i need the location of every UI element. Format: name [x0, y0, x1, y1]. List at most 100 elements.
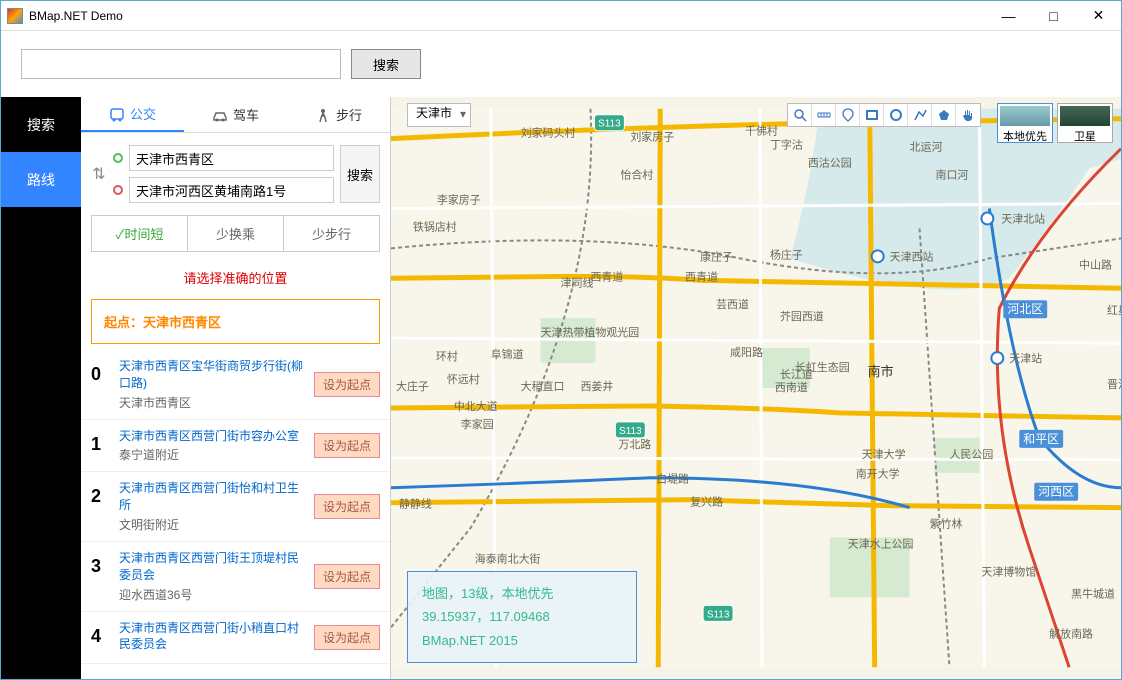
svg-text:南市: 南市 [868, 364, 894, 379]
result-addr: 迎水西道36号 [119, 586, 304, 603]
maptype-local[interactable]: 本地优先 [997, 103, 1053, 143]
zoom-tool-icon[interactable] [788, 104, 812, 126]
line-tool-icon[interactable] [908, 104, 932, 126]
svg-text:铁锅店村: 铁锅店村 [413, 219, 457, 233]
filter-time[interactable]: 时间短 [92, 216, 188, 251]
window-title: BMap.NET Demo [29, 9, 986, 23]
bus-icon [109, 107, 125, 121]
set-origin-button[interactable]: 设为起点 [314, 625, 380, 650]
info-line1: 地图，13级，本地优先 [422, 582, 622, 605]
svg-text:紫竹林: 紫竹林 [930, 517, 963, 531]
nav-search[interactable]: 搜索 [1, 97, 81, 152]
svg-text:怡合村: 怡合村 [620, 168, 653, 182]
svg-text:丁字沽: 丁字沽 [770, 138, 803, 152]
svg-text:大稍直口: 大稍直口 [521, 379, 565, 393]
tab-walk[interactable]: 步行 [287, 97, 390, 132]
result-item[interactable]: 0 天津市西青区宝华街商贸步行街(柳口路) 天津市西青区 设为起点 [81, 350, 390, 420]
svg-text:咸阳路: 咸阳路 [730, 346, 763, 359]
result-index: 4 [91, 620, 109, 647]
polygon-tool-icon[interactable] [932, 104, 956, 126]
maptype-satellite[interactable]: 卫星 [1057, 103, 1113, 143]
result-name[interactable]: 天津市西青区宝华街商贸步行街(柳口路) [119, 358, 304, 392]
city-selector[interactable]: 天津市 [407, 103, 471, 127]
result-item[interactable]: 2 天津市西青区西营门街怡和村卫生所 文明街附近 设为起点 [81, 472, 390, 542]
marker-tool-icon[interactable] [836, 104, 860, 126]
route-search-button[interactable]: 搜索 [340, 145, 380, 203]
swap-icon[interactable]: ⇅ [91, 164, 107, 184]
svg-text:海泰南北大街: 海泰南北大街 [475, 552, 541, 566]
svg-text:环村: 环村 [436, 349, 458, 363]
svg-text:大庄子: 大庄子 [396, 379, 429, 393]
svg-text:白堤路: 白堤路 [656, 472, 689, 486]
result-addr: 泰宁道附近 [119, 446, 304, 463]
top-search-button[interactable]: 搜索 [351, 49, 421, 79]
circle-tool-icon[interactable] [884, 104, 908, 126]
titlebar: BMap.NET Demo ― □ ✕ [1, 1, 1121, 31]
svg-text:河西区: 河西区 [1038, 485, 1074, 499]
result-addr: 文明街附近 [119, 516, 304, 533]
minimize-button[interactable]: ― [986, 1, 1031, 31]
maximize-button[interactable]: □ [1031, 1, 1076, 31]
svg-text:津同线: 津同线 [561, 275, 594, 289]
tab-walk-label: 步行 [336, 105, 362, 124]
result-index: 3 [91, 550, 109, 577]
top-search-input[interactable] [21, 49, 341, 79]
set-origin-button[interactable]: 设为起点 [314, 433, 380, 458]
svg-text:S113: S113 [598, 119, 621, 130]
svg-text:晋江路: 晋江路 [1107, 378, 1121, 391]
svg-text:南口河: 南口河 [936, 169, 969, 182]
result-name[interactable]: 天津市西青区西营门街王顶堤村民委员会 [119, 550, 304, 584]
svg-text:西沽公园: 西沽公园 [808, 157, 852, 170]
svg-text:中北大道: 中北大道 [454, 399, 498, 413]
hand-tool-icon[interactable] [956, 104, 980, 126]
car-icon [212, 108, 228, 122]
origin-input[interactable] [129, 145, 334, 171]
set-origin-button[interactable]: 设为起点 [314, 494, 380, 519]
walk-icon [315, 108, 331, 122]
result-item[interactable]: 3 天津市西青区西营门街王顶堤村民委员会 迎水西道36号 设为起点 [81, 542, 390, 612]
result-name[interactable]: 天津市西青区西营门街怡和村卫生所 [119, 480, 304, 514]
svg-text:怀远村: 怀远村 [447, 372, 480, 386]
result-index: 2 [91, 480, 109, 507]
tab-car[interactable]: 驾车 [184, 97, 287, 132]
svg-text:河北区: 河北区 [1007, 302, 1043, 316]
maptype-local-label: 本地优先 [1003, 131, 1047, 143]
top-search-bar: 搜索 [1, 31, 1121, 97]
svg-text:天津北站: 天津北站 [1001, 211, 1045, 225]
info-line3: BMap.NET 2015 [422, 629, 622, 652]
svg-text:西南道: 西南道 [775, 380, 808, 394]
svg-text:和平区: 和平区 [1023, 432, 1059, 446]
svg-text:刘家码头村: 刘家码头村 [521, 126, 576, 140]
svg-text:李家房子: 李家房子 [437, 193, 481, 207]
svg-text:芥园西道: 芥园西道 [780, 309, 824, 323]
ruler-tool-icon[interactable] [812, 104, 836, 126]
result-item[interactable]: 1 天津市西青区西营门街市容办公室 泰宁道附近 设为起点 [81, 420, 390, 473]
side-panel: 公交 驾车 步行 ⇅ [81, 97, 391, 679]
filter-walk[interactable]: 少步行 [284, 216, 379, 251]
result-name[interactable]: 天津市西青区西营门街小稍直口村民委员会 [119, 620, 304, 654]
svg-text:天津博物馆: 天津博物馆 [981, 564, 1036, 578]
nav-route[interactable]: 路线 [1, 152, 81, 207]
result-item[interactable]: 4 天津市西青区西营门街小稍直口村民委员会 设为起点 [81, 612, 390, 665]
dest-input[interactable] [129, 177, 334, 203]
result-name[interactable]: 天津市西青区西营门街市容办公室 [119, 428, 304, 445]
svg-text:康庄子: 康庄子 [700, 249, 733, 263]
map-tools [787, 103, 981, 127]
alert-text: 请选择准确的位置 [81, 262, 390, 293]
set-origin-button[interactable]: 设为起点 [314, 564, 380, 589]
close-button[interactable]: ✕ [1076, 1, 1121, 31]
filter-transfer[interactable]: 少换乘 [188, 216, 284, 251]
svg-text:西姜井: 西姜井 [580, 379, 613, 393]
svg-text:S113: S113 [619, 426, 642, 437]
svg-text:杨庄子: 杨庄子 [770, 247, 803, 261]
results-list[interactable]: 0 天津市西青区宝华街商贸步行街(柳口路) 天津市西青区 设为起点 1 天津市西… [81, 350, 390, 679]
rect-tool-icon[interactable] [860, 104, 884, 126]
map-canvas[interactable]: S113 S113 S113 河北区 和平区 河西区 天津北站 天津西站 天津站… [391, 97, 1121, 679]
svg-text:中山路: 中山路 [1079, 258, 1112, 271]
svg-text:静静线: 静静线 [399, 497, 432, 511]
set-origin-button[interactable]: 设为起点 [314, 372, 380, 397]
svg-text:解放南路: 解放南路 [1049, 626, 1093, 640]
tab-bus[interactable]: 公交 [81, 97, 184, 132]
svg-text:长江道: 长江道 [780, 367, 813, 381]
maptype-sat-label: 卫星 [1074, 131, 1096, 143]
